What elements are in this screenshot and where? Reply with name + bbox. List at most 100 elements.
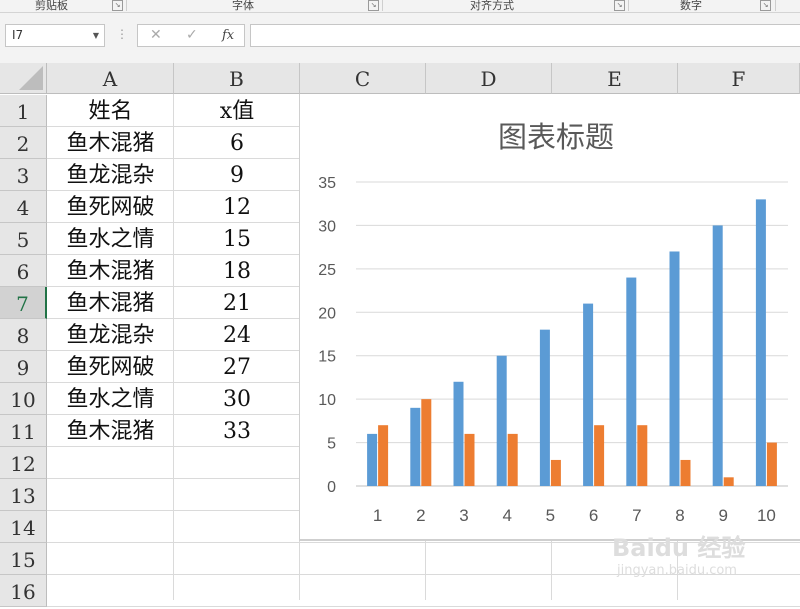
- ribbon-separator: [775, 0, 776, 11]
- bar-series2-10[interactable]: [766, 442, 777, 486]
- x-tick-label: 4: [502, 506, 511, 525]
- row-header-1[interactable]: 1: [0, 95, 47, 127]
- watermark-url: jingyan.baidu.com: [617, 563, 737, 578]
- cell-b4[interactable]: 12: [174, 191, 300, 223]
- cell-a5[interactable]: 鱼水之情: [47, 223, 174, 255]
- bar-series2-9[interactable]: [723, 477, 734, 486]
- bar-series1-10[interactable]: [755, 199, 766, 486]
- column-header-f[interactable]: F: [678, 63, 800, 94]
- y-tick-label: 5: [327, 436, 336, 453]
- row-header-12[interactable]: 12: [0, 447, 47, 479]
- y-tick-label: 35: [318, 175, 336, 192]
- row-header-8[interactable]: 8: [0, 319, 47, 351]
- row-header-15[interactable]: 15: [0, 543, 47, 575]
- cell-a11[interactable]: 鱼木混猪: [47, 415, 174, 447]
- cell-a9[interactable]: 鱼死网破: [47, 351, 174, 383]
- ribbon-separator: [382, 0, 383, 11]
- x-tick-label: 2: [416, 506, 425, 525]
- x-tick-label: 6: [589, 506, 598, 525]
- row-header-5[interactable]: 5: [0, 223, 47, 255]
- column-header-b[interactable]: B: [174, 63, 300, 94]
- chart[interactable]: 图表标题 0 5 10 15 20 25 30 35 1 2 3 4 5 6 7 8 9 10: [299, 94, 800, 541]
- alignment-launcher-icon[interactable]: ↘: [614, 0, 625, 11]
- chart-plot-area[interactable]: 0 5 10 15 20 25 30 35 1 2 3 4 5 6 7 8 9 10: [300, 94, 800, 541]
- cell-b1[interactable]: x值: [174, 95, 300, 127]
- bar-series2-8[interactable]: [680, 459, 691, 486]
- ribbon-group-alignment: 对齐方式: [470, 0, 514, 12]
- bar-series2-3[interactable]: [464, 433, 475, 486]
- bar-series1-1[interactable]: [367, 433, 378, 486]
- cell-a10[interactable]: 鱼水之情: [47, 383, 174, 415]
- cell-b10[interactable]: 30: [174, 383, 300, 415]
- cell-b3[interactable]: 9: [174, 159, 300, 191]
- x-tick-label: 9: [718, 506, 727, 525]
- bar-series1-8[interactable]: [669, 251, 680, 486]
- bar-series2-1[interactable]: [378, 425, 389, 486]
- cell-a8[interactable]: 鱼龙混杂: [47, 319, 174, 351]
- bar-series2-7[interactable]: [637, 425, 648, 486]
- x-tick-label: 10: [757, 506, 776, 525]
- row-header-11[interactable]: 11: [0, 415, 47, 447]
- cell-b8[interactable]: 24: [174, 319, 300, 351]
- column-header-a[interactable]: A: [47, 63, 174, 94]
- ribbon-group-clipboard: 剪贴板: [35, 0, 68, 12]
- bar-series1-6[interactable]: [583, 303, 594, 486]
- bar-series2-6[interactable]: [594, 425, 605, 486]
- chevron-down-icon[interactable]: ▼: [93, 25, 99, 46]
- number-launcher-icon[interactable]: ↘: [760, 0, 771, 11]
- cell-b2[interactable]: 6: [174, 127, 300, 159]
- clipboard-launcher-icon[interactable]: ↘: [112, 0, 123, 11]
- font-launcher-icon[interactable]: ↘: [368, 0, 379, 11]
- row-header-2[interactable]: 2: [0, 127, 47, 159]
- insert-function-icon[interactable]: fx: [222, 28, 234, 43]
- cell-a2[interactable]: 鱼木混猪: [47, 127, 174, 159]
- bar-series1-4[interactable]: [496, 355, 507, 486]
- ribbon-separator: [126, 0, 127, 11]
- enter-icon[interactable]: ✓: [186, 27, 198, 43]
- column-header-c[interactable]: C: [300, 63, 426, 94]
- name-box[interactable]: I7 ▼: [5, 24, 105, 47]
- row-header-10[interactable]: 10: [0, 383, 47, 415]
- y-tick-label: 15: [318, 349, 336, 366]
- cell-b9[interactable]: 27: [174, 351, 300, 383]
- row-header-4[interactable]: 4: [0, 191, 47, 223]
- row-header-6[interactable]: 6: [0, 255, 47, 287]
- x-tick-label: 8: [675, 506, 684, 525]
- bar-series1-7[interactable]: [626, 277, 637, 486]
- cell-b6[interactable]: 18: [174, 255, 300, 287]
- select-all-button[interactable]: [0, 63, 47, 94]
- row-header-16[interactable]: 16: [0, 575, 47, 607]
- row-header-14[interactable]: 14: [0, 511, 47, 543]
- row-header-13[interactable]: 13: [0, 479, 47, 511]
- watermark-logo: Baidu 经验: [612, 534, 746, 562]
- y-tick-label: 10: [318, 392, 336, 409]
- row-header-9[interactable]: 9: [0, 351, 47, 383]
- cell-a1[interactable]: 姓名: [47, 95, 174, 127]
- row-gridline: [47, 606, 800, 607]
- cell-b7[interactable]: 21: [174, 287, 300, 319]
- column-header-d[interactable]: D: [426, 63, 552, 94]
- row-header-3[interactable]: 3: [0, 159, 47, 191]
- cell-a7[interactable]: 鱼木混猪: [47, 287, 174, 319]
- column-header-e[interactable]: E: [552, 63, 678, 94]
- bar-series2-5[interactable]: [550, 459, 561, 486]
- bar-series1-2[interactable]: [410, 407, 421, 486]
- cell-a4[interactable]: 鱼死网破: [47, 191, 174, 223]
- bar-series1-3[interactable]: [453, 381, 464, 486]
- cell-a6[interactable]: 鱼木混猪: [47, 255, 174, 287]
- x-tick-label: 3: [459, 506, 468, 525]
- ribbon-group-font: 字体: [232, 0, 254, 12]
- cell-b5[interactable]: 15: [174, 223, 300, 255]
- formula-input[interactable]: [250, 24, 800, 47]
- cell-a3[interactable]: 鱼龙混杂: [47, 159, 174, 191]
- cell-b11[interactable]: 33: [174, 415, 300, 447]
- resize-handle-icon[interactable]: ⋮: [116, 27, 128, 41]
- bar-series1-5[interactable]: [539, 329, 550, 486]
- cancel-icon[interactable]: ✕: [150, 27, 162, 43]
- select-all-icon: [19, 66, 43, 90]
- bar-series2-2[interactable]: [421, 399, 432, 486]
- y-tick-label: 25: [318, 262, 336, 279]
- bar-series1-9[interactable]: [712, 225, 723, 486]
- bar-series2-4[interactable]: [507, 433, 518, 486]
- row-header-7[interactable]: 7: [0, 287, 47, 319]
